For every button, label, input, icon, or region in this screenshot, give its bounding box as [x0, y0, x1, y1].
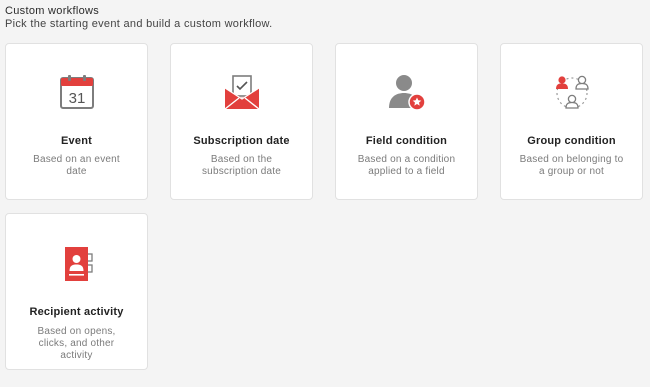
user-group-icon: [552, 72, 592, 112]
card-description: Based on opens, clicks, and other activi…: [37, 326, 116, 361]
card-title: Group condition: [527, 135, 616, 147]
card-description: Based on belonging to a group or not: [519, 154, 624, 177]
calendar-icon: 31: [57, 72, 97, 112]
card-description: Based on the subscription date: [201, 154, 281, 177]
card-title: Field condition: [365, 135, 448, 147]
card-description: Based on an event date: [33, 154, 120, 177]
card-title: Subscription date: [193, 135, 290, 147]
workflow-card-subscription-date[interactable]: Subscription date Based on the subscript…: [170, 43, 313, 200]
workflow-card-group-condition[interactable]: Group condition Based on belonging to a …: [500, 43, 643, 200]
user-star-icon: [387, 72, 427, 112]
page-title: Custom workflows: [5, 5, 100, 17]
envelope-icon: [222, 72, 262, 112]
page-subtitle: Pick the starting event and build a cust…: [5, 18, 273, 30]
contact-book-icon: [57, 244, 97, 284]
workflow-card-event[interactable]: 31 Event Based on an event date: [5, 43, 148, 200]
card-title: Recipient activity: [29, 306, 124, 318]
page-header: Custom workflows Pick the starting event…: [5, 4, 645, 31]
card-title: Event: [61, 135, 92, 147]
workflow-card-field-condition[interactable]: Field condition Based on a condition app…: [335, 43, 478, 200]
card-description: Based on a condition applied to a field: [357, 154, 456, 177]
workflow-card-recipient-activity[interactable]: Recipient activity Based on opens, click…: [5, 213, 148, 370]
calendar-day: 31: [68, 90, 85, 107]
